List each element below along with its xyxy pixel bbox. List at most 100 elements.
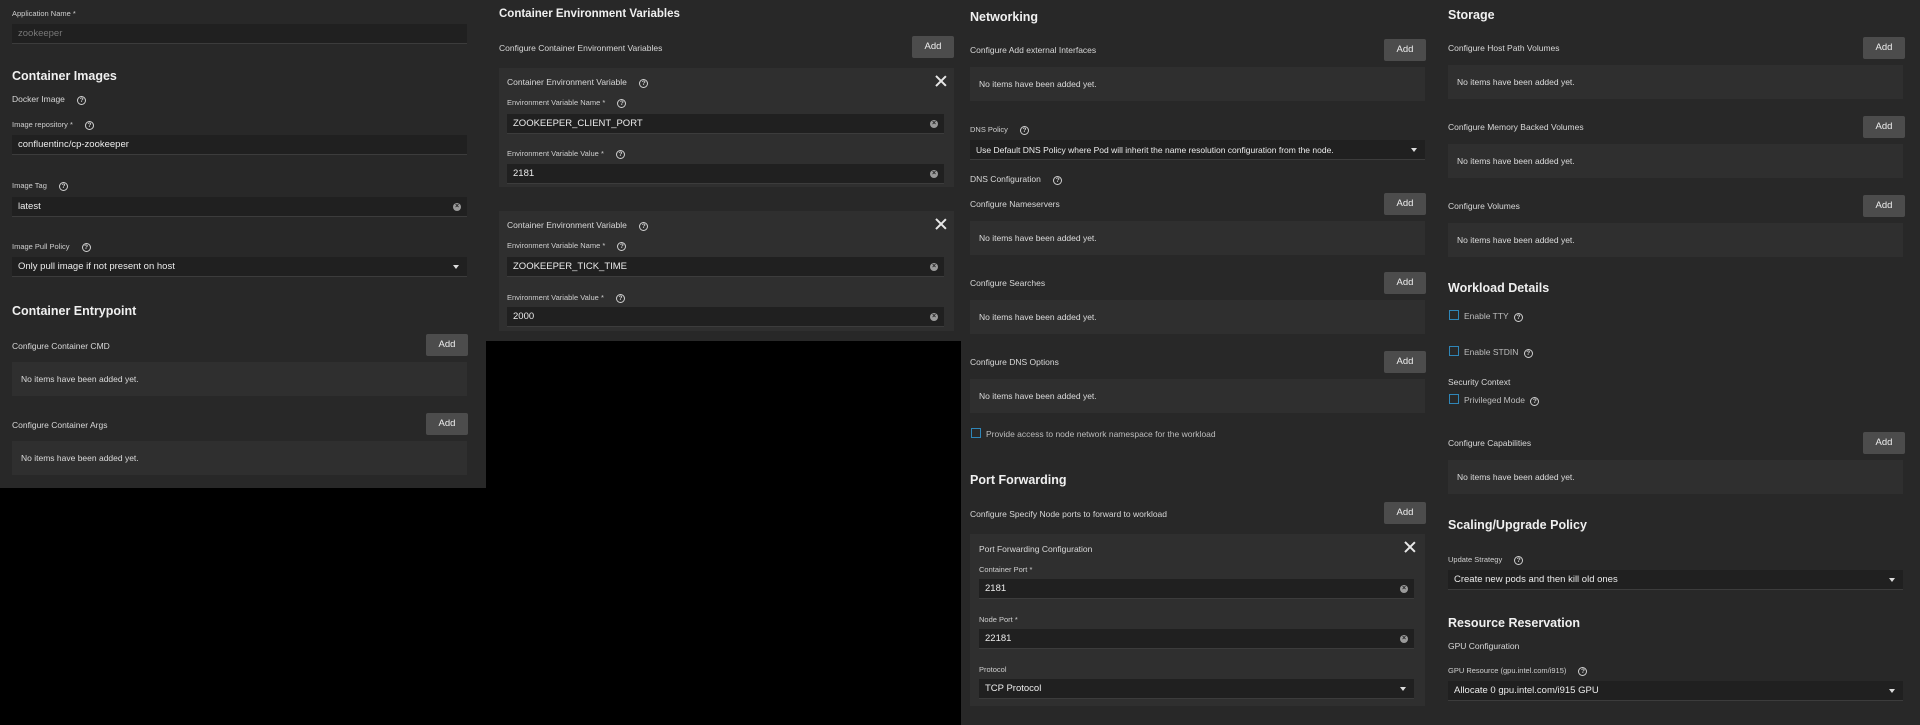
help-icon[interactable]: ?: [617, 99, 627, 108]
gpu-resource-label: GPU Resource (gpu.intel.com/i915) ?: [1448, 666, 1588, 676]
update-strategy-value: Create new pods and then kill old ones: [1454, 574, 1618, 585]
add-nameserver-button[interactable]: Add: [1384, 193, 1426, 215]
close-icon[interactable]: [935, 218, 947, 230]
gpu-resource-select[interactable]: Allocate 0 gpu.intel.com/i915 GPU: [1448, 681, 1903, 701]
env-value-input[interactable]: 2000 ×: [507, 307, 944, 327]
help-icon[interactable]: ?: [1530, 397, 1540, 406]
docker-image-label: Docker Image ?: [12, 94, 87, 105]
gpu-resource-value: Allocate 0 gpu.intel.com/i915 GPU: [1454, 685, 1599, 696]
env-name-value: ZOOKEEPER_TICK_TIME: [513, 261, 628, 272]
env-value-value: 2000: [513, 311, 535, 322]
privileged-mode-label: Privileged Mode ?: [1464, 395, 1540, 406]
help-icon[interactable]: ?: [81, 243, 91, 252]
env-var-card: Container Environment Variable ? Environ…: [499, 68, 954, 187]
add-ext-interface-button[interactable]: Add: [1384, 39, 1426, 61]
add-dns-option-button[interactable]: Add: [1384, 351, 1426, 373]
column-storage-workload: Storage Configure Host Path Volumes Add …: [1441, 0, 1920, 725]
port-forwarding-label: Configure Specify Node ports to forward …: [970, 509, 1168, 519]
repo-input[interactable]: confluentinc/cp-zookeeper: [12, 135, 467, 155]
enable-tty-checkbox[interactable]: [1449, 310, 1459, 320]
env-configure-label: Configure Container Environment Variable…: [499, 43, 663, 53]
dns-config-label: DNS Configuration ?: [970, 174, 1063, 185]
help-icon[interactable]: ?: [1514, 556, 1524, 565]
env-value-input[interactable]: 2181 ×: [507, 164, 944, 184]
add-args-button[interactable]: Add: [426, 413, 468, 435]
help-icon[interactable]: ?: [615, 150, 625, 159]
tag-input[interactable]: latest ×: [12, 197, 467, 217]
port-forward-card-title: Port Forwarding Configuration: [979, 544, 1093, 554]
chevron-down-icon: [453, 265, 459, 269]
container-port-input[interactable]: 2181 ×: [979, 579, 1414, 599]
help-icon[interactable]: ?: [1053, 176, 1063, 185]
help-icon[interactable]: ?: [617, 242, 627, 251]
args-label: Configure Container Args: [12, 420, 108, 430]
close-icon[interactable]: [1404, 541, 1416, 553]
gpu-resource-text: GPU Resource (gpu.intel.com/i915): [1448, 666, 1567, 675]
help-icon[interactable]: ?: [1020, 126, 1030, 135]
help-icon[interactable]: ?: [639, 222, 649, 231]
pull-policy-label: Image Pull Policy ?: [12, 242, 91, 252]
cmd-label: Configure Container CMD: [12, 341, 110, 351]
tag-value: latest: [18, 201, 41, 212]
clear-icon[interactable]: ×: [930, 263, 938, 271]
node-port-input[interactable]: 22181 ×: [979, 629, 1414, 649]
port-forwarding-title: Port Forwarding: [970, 473, 1067, 487]
enable-tty-text: Enable TTY: [1464, 311, 1509, 321]
dns-policy-text: DNS Policy: [970, 125, 1008, 134]
help-icon[interactable]: ?: [84, 121, 94, 130]
help-icon[interactable]: ?: [77, 96, 87, 105]
add-cmd-button[interactable]: Add: [426, 334, 468, 356]
help-icon[interactable]: ?: [615, 294, 625, 303]
resource-reservation-title: Resource Reservation: [1448, 616, 1581, 630]
pull-policy-value: Only pull image if not present on host: [18, 261, 175, 272]
help-icon[interactable]: ?: [1578, 667, 1588, 676]
clear-icon[interactable]: ×: [1400, 585, 1408, 593]
clear-icon[interactable]: ×: [930, 170, 938, 178]
dns-options-empty-state: No items have been added yet.: [970, 379, 1425, 413]
container-images-title: Container Images: [12, 69, 117, 83]
pull-policy-select[interactable]: Only pull image if not present on host: [12, 257, 467, 277]
app-name-input[interactable]: zookeeper: [12, 24, 467, 44]
update-strategy-select[interactable]: Create new pods and then kill old ones: [1448, 570, 1903, 590]
app-name-label: Application Name *: [12, 9, 76, 18]
memory-volumes-label: Configure Memory Backed Volumes: [1448, 122, 1584, 132]
clear-icon[interactable]: ×: [930, 313, 938, 321]
help-icon[interactable]: ?: [1523, 349, 1533, 358]
env-name-label-text: Environment Variable Name *: [507, 241, 606, 250]
add-port-forward-button[interactable]: Add: [1384, 502, 1426, 524]
add-search-button[interactable]: Add: [1384, 272, 1426, 294]
privileged-mode-checkbox[interactable]: [1449, 394, 1459, 404]
help-icon[interactable]: ?: [1513, 313, 1523, 322]
help-icon[interactable]: ?: [58, 182, 68, 191]
help-icon[interactable]: ?: [639, 79, 649, 88]
add-memory-volume-button[interactable]: Add: [1863, 116, 1905, 138]
chevron-down-icon: [1889, 689, 1895, 693]
hostpath-empty-state: No items have been added yet.: [1448, 65, 1903, 99]
dns-policy-select[interactable]: Use Default DNS Policy where Pod will in…: [970, 140, 1425, 160]
env-var-card-title: Container Environment Variable ?: [507, 77, 649, 88]
enable-stdin-text: Enable STDIN: [1464, 347, 1519, 357]
add-volume-button[interactable]: Add: [1863, 195, 1905, 217]
close-icon[interactable]: [935, 75, 947, 87]
env-name-input[interactable]: ZOOKEEPER_CLIENT_PORT ×: [507, 114, 944, 134]
gpu-config-label: GPU Configuration: [1448, 641, 1520, 651]
env-name-label: Environment Variable Name * ?: [507, 241, 627, 251]
tag-label: Image Tag ?: [12, 181, 68, 191]
update-strategy-label: Update Strategy ?: [1448, 555, 1524, 565]
clear-icon[interactable]: ×: [930, 120, 938, 128]
add-capability-button[interactable]: Add: [1863, 432, 1905, 454]
networking-title: Networking: [970, 10, 1039, 24]
env-name-input[interactable]: ZOOKEEPER_TICK_TIME ×: [507, 257, 944, 277]
env-value-label: Environment Variable Value * ?: [507, 293, 625, 303]
host-network-checkbox[interactable]: [971, 428, 981, 438]
tag-label-text: Image Tag: [12, 181, 47, 190]
add-hostpath-button[interactable]: Add: [1863, 37, 1905, 59]
enable-stdin-checkbox[interactable]: [1449, 346, 1459, 356]
protocol-select[interactable]: TCP Protocol: [979, 679, 1414, 699]
volumes-empty-state: No items have been added yet.: [1448, 223, 1903, 257]
add-env-var-button[interactable]: Add: [912, 36, 954, 58]
dns-policy-value: Use Default DNS Policy where Pod will in…: [976, 145, 1334, 155]
clear-icon[interactable]: ×: [453, 203, 461, 211]
clear-icon[interactable]: ×: [1400, 635, 1408, 643]
ext-empty-state: No items have been added yet.: [970, 67, 1425, 101]
